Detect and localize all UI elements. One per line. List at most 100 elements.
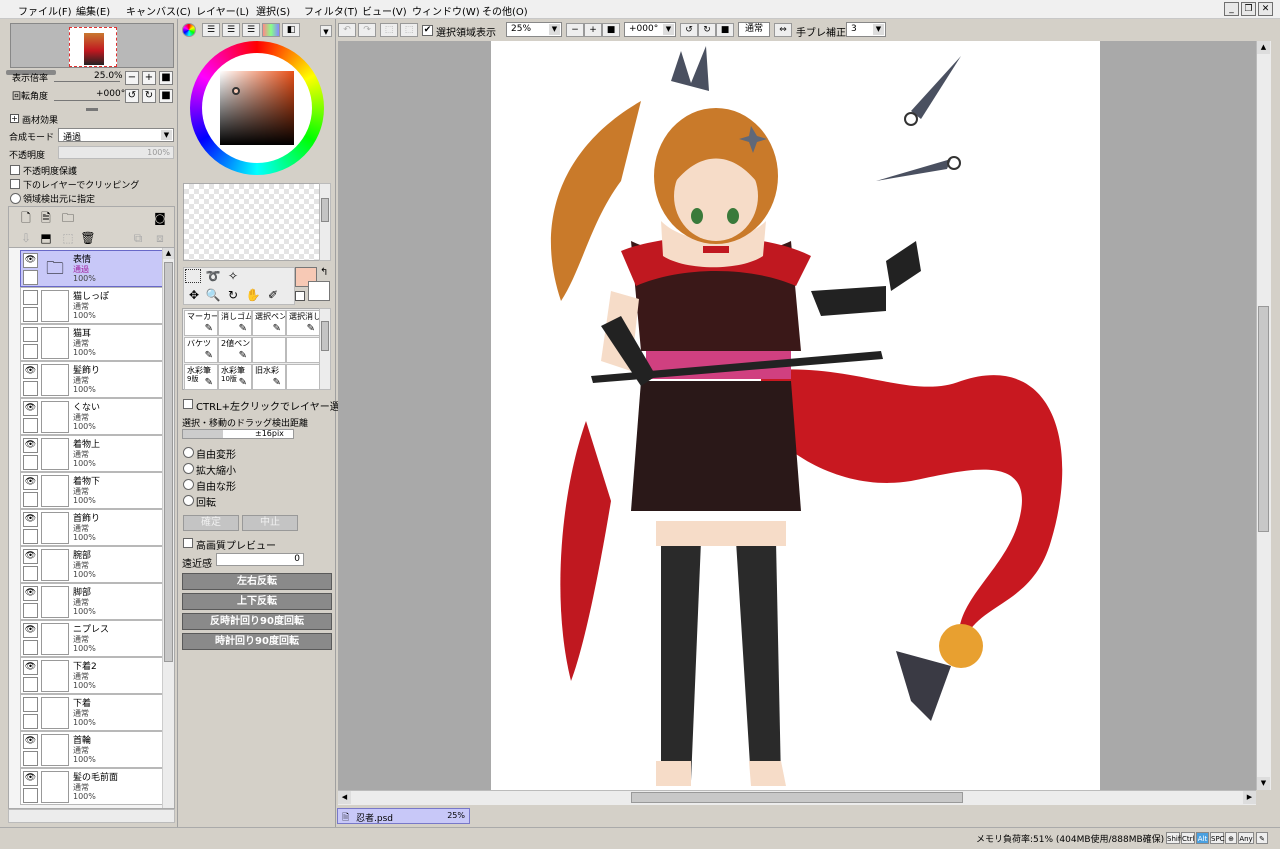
rotate-cw-button[interactable]: 時計回り90度回転 <box>182 633 332 650</box>
eye-icon[interactable]: 👁 <box>23 734 38 749</box>
layer-row[interactable]: 👁 着物上 通常 100% <box>20 435 169 472</box>
lock-toggle[interactable] <box>23 344 38 359</box>
brush-cell[interactable]: 水彩筆 9版 ✎ <box>184 364 218 390</box>
hsv-slider-tab-icon[interactable]: ☰ <box>222 23 240 37</box>
eye-icon[interactable] <box>23 290 38 305</box>
eye-icon[interactable] <box>23 327 38 342</box>
lock-toggle[interactable] <box>23 788 38 803</box>
layer-row[interactable]: 👁 首飾り 通常 100% <box>20 509 169 546</box>
color-palette-tab-icon[interactable]: ☰ <box>242 23 260 37</box>
eyedropper-icon[interactable]: ✐ <box>264 287 282 303</box>
brush-cell[interactable]: バケツ ✎ <box>184 337 218 363</box>
brush-grid-scroll-thumb[interactable] <box>321 321 329 351</box>
scratchpad[interactable] <box>183 183 321 261</box>
menu-view[interactable]: ビュー(V) <box>362 3 407 18</box>
rotate-left-button[interactable]: ↺ <box>125 89 139 103</box>
brush-grid-scrollbar[interactable] <box>319 308 331 390</box>
toolbar-rotate-right-button[interactable]: ↻ <box>698 23 716 37</box>
eye-icon[interactable] <box>23 697 38 712</box>
confirm-button[interactable]: 確定 <box>183 515 239 531</box>
zoom-select[interactable]: 25% ▼ <box>506 22 562 37</box>
toolbar-zoom-in-button[interactable]: + <box>584 23 602 37</box>
brush-cell[interactable]: 選択消し ✎ <box>286 310 320 336</box>
preserve-opacity-checkbox[interactable] <box>10 165 20 175</box>
lock-toggle[interactable] <box>23 492 38 507</box>
brush-cell[interactable]: 消しゴム ✎ <box>218 310 252 336</box>
menu-canvas[interactable]: キャンバス(C) <box>126 3 191 18</box>
color-picker-cursor[interactable] <box>232 87 240 95</box>
brush-cell[interactable] <box>252 337 286 363</box>
invert-selection-icon[interactable]: ⬚ <box>400 23 418 37</box>
reset-colors-icon[interactable] <box>295 291 305 301</box>
drag-distance-slider[interactable]: ±16pix <box>182 429 294 439</box>
color-wheel[interactable] <box>190 41 324 175</box>
flip-view-icon[interactable]: ⇔ <box>774 23 792 37</box>
toolbar-rotate-reset-button[interactable]: ■ <box>716 23 734 37</box>
eye-icon[interactable]: 👁 <box>23 438 38 453</box>
lock-toggle[interactable] <box>23 418 38 433</box>
flip-horizontal-button[interactable]: 左右反転 <box>182 573 332 590</box>
layer-row[interactable]: 👁 首輪 通常 100% <box>20 731 169 768</box>
layer-row[interactable]: 猫耳 通常 100% <box>20 324 169 361</box>
lock-toggle[interactable] <box>23 381 38 396</box>
close-button[interactable]: ✕ <box>1258 2 1273 16</box>
menu-layer[interactable]: レイヤー(L) <box>196 3 249 18</box>
flip-vertical-button[interactable]: 上下反転 <box>182 593 332 610</box>
rotate-reset-button[interactable]: ■ <box>159 89 173 103</box>
canvas-vertical-scroll-thumb[interactable] <box>1258 306 1269 532</box>
layer-row[interactable]: 👁 脚部 通常 100% <box>20 583 169 620</box>
menu-file[interactable]: ファイル(F) <box>18 3 72 18</box>
eye-icon[interactable]: 👁 <box>23 364 38 379</box>
scratchpad-scroll-thumb[interactable] <box>321 198 329 222</box>
canvas-horizontal-scrollbar[interactable]: ◀ ▶ <box>338 790 1256 805</box>
lock-toggle[interactable] <box>23 677 38 692</box>
zoom-out-button[interactable]: − <box>125 71 139 85</box>
eye-icon[interactable]: 👁 <box>23 512 38 527</box>
merge-down-icon[interactable]: ⬒ <box>37 230 55 246</box>
rotate-right-button[interactable]: ↻ <box>142 89 156 103</box>
transfer-down-icon[interactable]: ⇩ <box>17 230 35 246</box>
menu-other[interactable]: その他(O) <box>482 3 528 18</box>
minimize-button[interactable]: _ <box>1224 2 1239 16</box>
lock-toggle[interactable] <box>23 751 38 766</box>
lock-toggle[interactable] <box>23 603 38 618</box>
canvas-horizontal-scroll-thumb[interactable] <box>631 792 963 803</box>
new-layer-icon[interactable]: 🗋 <box>17 210 35 226</box>
lock-toggle[interactable] <box>23 455 38 470</box>
swatch-tab-icon[interactable] <box>262 23 280 37</box>
merge-all-icon[interactable]: ⧈ <box>151 230 169 246</box>
rotate-tool-icon[interactable]: ↻ <box>224 287 242 303</box>
layer-row[interactable]: 👁 髪飾り 通常 100% <box>20 361 169 398</box>
brush-cell[interactable]: 旧水彩 ✎ <box>252 364 286 390</box>
eye-icon[interactable]: 👁 <box>23 660 38 675</box>
navigator-viewport[interactable] <box>69 27 117 67</box>
ctrl-click-layer-select-checkbox[interactable] <box>183 399 193 409</box>
redo-icon[interactable]: ↷ <box>358 23 376 37</box>
zoom-tool-icon[interactable]: 🔍 <box>204 287 222 303</box>
layer-row[interactable]: 猫しっぽ 通常 100% <box>20 287 169 324</box>
toolbar-zoom-reset-button[interactable]: ■ <box>602 23 620 37</box>
brush-cell[interactable]: 選択ペン ✎ <box>252 310 286 336</box>
panel-resize-grip[interactable] <box>86 108 98 111</box>
eye-icon[interactable]: 👁 <box>23 253 38 268</box>
view-mode-button[interactable]: 通常 <box>738 22 770 37</box>
scratchpad-scrollbar[interactable] <box>319 183 331 261</box>
selection-source-radio[interactable] <box>10 193 21 204</box>
chevron-down-icon[interactable]: ▼ <box>320 25 332 37</box>
brush-cell[interactable] <box>286 364 320 390</box>
brush-lock-icon[interactable] <box>23 270 38 285</box>
free-shape-radio[interactable] <box>183 479 194 490</box>
color-wheel-tab-icon[interactable] <box>182 23 196 37</box>
lock-toggle[interactable] <box>23 529 38 544</box>
saturation-value-square[interactable] <box>220 71 294 145</box>
angle-select[interactable]: +000° ▼ <box>624 22 676 37</box>
stabilizer-select[interactable]: 3 ▼ <box>846 22 886 37</box>
canvas-area[interactable] <box>338 41 1256 790</box>
brush-cell[interactable]: 水彩筆 10版 ✎ <box>218 364 252 390</box>
clipping-checkbox[interactable] <box>10 179 20 189</box>
deselect-icon[interactable]: ⬚ <box>380 23 398 37</box>
menu-window[interactable]: ウィンドウ(W) <box>412 3 480 18</box>
blend-mode-select[interactable]: 通過 ▼ <box>58 128 174 143</box>
trash-icon[interactable]: 🗑 <box>79 230 97 246</box>
free-transform-radio[interactable] <box>183 447 194 458</box>
